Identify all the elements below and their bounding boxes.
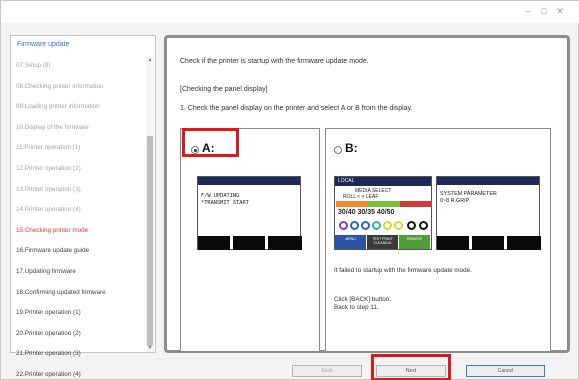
circle-icon — [361, 221, 370, 230]
step-item[interactable]: 09.Loading printer information — [11, 97, 147, 118]
step-item[interactable]: 11.Printer operation (1) — [11, 138, 147, 159]
scroll-down-icon[interactable]: ▼ — [146, 344, 154, 352]
option-b-back-instruction: Click [BACK] button. — [334, 296, 392, 303]
option-b-panel[interactable]: B: LOCAL MEDIA SELECT ROLL < > LEAF 30/4… — [325, 128, 551, 352]
step-item[interactable]: 12.Printer operation (2) — [11, 159, 147, 180]
step-item[interactable]: 19.Printer operation (1) — [11, 303, 147, 324]
display-b2-line1: SYSTEM PARAMETER — [440, 191, 497, 197]
display-header-bar — [437, 177, 539, 185]
softkey-test-print: TEST PRINT CLEANING — [367, 235, 398, 249]
circle-icon — [407, 221, 416, 230]
display-a-softkeys — [198, 236, 302, 250]
panel-display-b1: LOCAL MEDIA SELECT ROLL < > LEAF 30/40 3… — [334, 176, 432, 250]
next-button[interactable]: Next — [376, 365, 446, 377]
panel-display-b2: SYSTEM PARAMETER 0~8 R.GRIP — [436, 176, 541, 250]
option-b-description: It failed to startup with the firmware u… — [334, 267, 472, 274]
steps-list: 07.Setup (8) 08.Checking printer informa… — [11, 56, 147, 380]
option-a-highlight — [182, 128, 239, 157]
circle-icon — [383, 221, 392, 230]
instruction-text: Check if the printer is startup with the… — [180, 58, 369, 65]
section-heading: [Checking the panel display] — [180, 86, 268, 93]
option-b-back-step: Back to step 11. — [334, 304, 379, 311]
softkey — [268, 236, 302, 250]
circle-icon — [419, 221, 428, 230]
circle-icon — [350, 221, 359, 230]
sidebar-title: Firmware update — [17, 41, 70, 48]
display-b1-header: LOCAL — [335, 177, 431, 186]
step-text: 1. Check the panel display on the printe… — [180, 105, 413, 112]
circle-icon — [372, 221, 381, 230]
display-a-line2: *TRANSMIT START — [201, 200, 249, 206]
step-item[interactable]: 13.Printer operation (3) — [11, 180, 147, 201]
step-item[interactable]: 10.Display of the firmware — [11, 118, 147, 139]
step-item[interactable]: 08.Checking printer information — [11, 77, 147, 98]
maximize-button[interactable]: □ — [537, 5, 551, 17]
step-item[interactable]: 17.Updating firmware — [11, 262, 147, 283]
softkey-menu: MENU — [335, 235, 366, 249]
close-button[interactable]: ✕ — [553, 5, 567, 17]
circle-icon — [339, 221, 348, 230]
scroll-up-icon[interactable]: ▲ — [146, 56, 154, 64]
step-item[interactable]: 14.Printer operation (4) — [11, 200, 147, 221]
sidebar-scrollbar[interactable]: ▲ ▼ — [146, 56, 154, 352]
option-b-label: B: — [345, 141, 358, 155]
softkey-remote: REMOTE — [399, 235, 430, 249]
panel-display-a: F/W UPDATING *TRANSMIT START — [197, 176, 302, 250]
step-item[interactable]: 22.Printer operation (4) — [11, 365, 147, 380]
step-item[interactable]: 21.Printer operation (3) — [11, 344, 147, 365]
color-strip — [336, 201, 432, 207]
display-b1-softkeys: MENU TEST PRINT CLEANING REMOTE — [335, 235, 431, 249]
softkey — [507, 236, 541, 250]
display-b1-values: 30/40 30/35 40/50 — [338, 209, 395, 216]
display-b2-line2: 0~8 R.GRIP — [440, 198, 470, 204]
softkey — [233, 236, 265, 250]
firmware-update-window: – □ ✕ Firmware update 07.Setup (8) 08.Ch… — [0, 0, 579, 380]
minimize-button[interactable]: – — [521, 5, 535, 17]
scrollbar-thumb[interactable] — [147, 136, 153, 346]
step-item[interactable]: 07.Setup (8) — [11, 56, 147, 77]
softkey — [437, 236, 469, 250]
step-item-active[interactable]: 15.Checking printer mode — [11, 221, 147, 242]
display-b1-roll-leaf: ROLL < > LEAF — [343, 194, 379, 200]
step-item[interactable]: 20.Printer operation (2) — [11, 324, 147, 345]
step-item[interactable]: 18.Confirming updated firmware — [11, 283, 147, 304]
step-item[interactable]: 16.Firmware update guide — [11, 241, 147, 262]
display-b2-softkeys — [437, 236, 541, 250]
display-a-line1: F/W UPDATING — [201, 193, 240, 199]
content-panel: Check if the printer is startup with the… — [164, 35, 570, 353]
softkey — [198, 236, 230, 250]
display-b1-circles — [337, 221, 431, 231]
display-header-bar — [198, 177, 300, 185]
steps-sidebar: Firmware update 07.Setup (8) 08.Checking… — [10, 35, 156, 378]
option-a-panel[interactable]: A: F/W UPDATING *TRANSMIT START — [180, 128, 320, 352]
circle-icon — [394, 221, 403, 230]
back-button[interactable]: Back — [292, 365, 362, 377]
option-b-radio[interactable] — [334, 146, 342, 154]
cancel-button[interactable]: Cancel — [466, 365, 545, 377]
title-bar: – □ ✕ — [1, 1, 579, 23]
softkey — [472, 236, 504, 250]
